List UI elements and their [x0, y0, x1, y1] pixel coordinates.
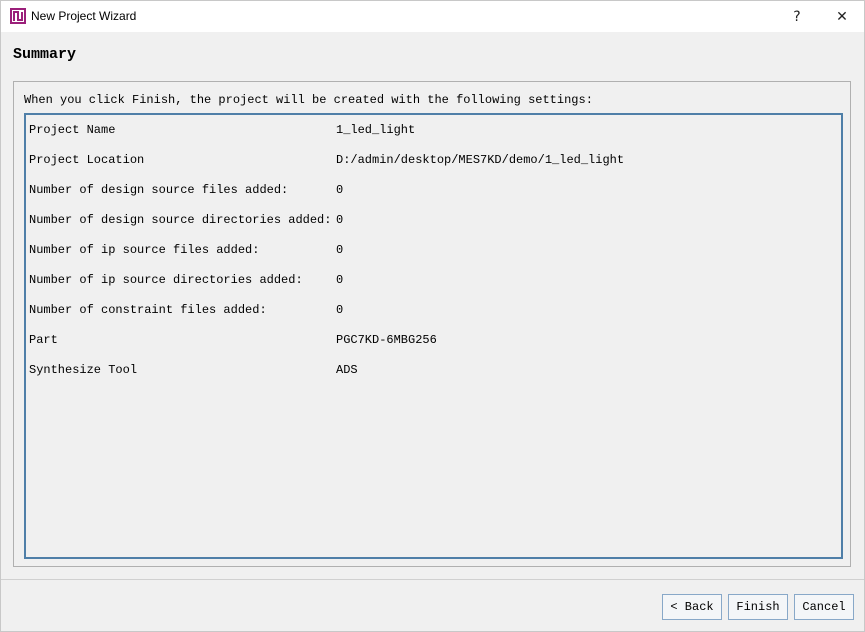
row-value: 0 [336, 243, 344, 257]
summary-list[interactable]: Project Name 1_led_light Project Locatio… [24, 113, 843, 559]
row-label: Synthesize Tool [29, 363, 138, 377]
summary-row-project-location: Project Location D:/admin/desktop/MES7KD… [29, 153, 829, 169]
summary-row-constraint-files: Number of constraint files added: 0 [29, 303, 829, 319]
row-value: 0 [336, 213, 344, 227]
row-label: Number of constraint files added: [29, 303, 267, 317]
summary-row-ip-source-dirs: Number of ip source directories added: 0 [29, 273, 829, 289]
title-bar: New Project Wizard ? ✕ [1, 1, 864, 32]
summary-row-design-source-dirs: Number of design source directories adde… [29, 213, 829, 229]
row-label: Number of design source directories adde… [29, 213, 332, 227]
close-icon: ✕ [836, 8, 848, 25]
help-icon: ? [793, 8, 801, 25]
row-value: ADS [336, 363, 358, 377]
summary-row-project-name: Project Name 1_led_light [29, 123, 829, 139]
help-button[interactable]: ? [775, 1, 819, 32]
wizard-window: New Project Wizard ? ✕ Summary When you … [0, 0, 865, 632]
summary-row-part: Part PGC7KD-6MBG256 [29, 333, 829, 349]
close-button[interactable]: ✕ [820, 1, 864, 32]
row-value: 0 [336, 303, 344, 317]
cancel-button[interactable]: Cancel [794, 594, 854, 620]
back-button[interactable]: < Back [662, 594, 722, 620]
intro-text: When you click Finish, the project will … [24, 93, 593, 107]
window-title: New Project Wizard [31, 9, 137, 23]
row-value: 0 [336, 183, 344, 197]
page-header: Summary [1, 32, 864, 81]
row-label: Number of design source files added: [29, 183, 289, 197]
row-label: Project Location [29, 153, 145, 167]
finish-button[interactable]: Finish [728, 594, 788, 620]
summary-row-synthesize-tool: Synthesize Tool ADS [29, 363, 829, 379]
row-label: Number of ip source directories added: [29, 273, 303, 287]
row-value: D:/admin/desktop/MES7KD/demo/1_led_light [336, 153, 625, 167]
row-label: Project Name [29, 123, 116, 137]
app-logo-icon [10, 8, 26, 24]
row-label: Part [29, 333, 58, 347]
row-label: Number of ip source files added: [29, 243, 260, 257]
row-value: PGC7KD-6MBG256 [336, 333, 437, 347]
footer-divider [1, 579, 864, 580]
page-title: Summary [13, 46, 77, 63]
summary-panel: When you click Finish, the project will … [13, 81, 851, 567]
summary-row-ip-source-files: Number of ip source files added: 0 [29, 243, 829, 259]
row-value: 0 [336, 273, 344, 287]
row-value: 1_led_light [336, 123, 416, 137]
summary-row-design-source-files: Number of design source files added: 0 [29, 183, 829, 199]
